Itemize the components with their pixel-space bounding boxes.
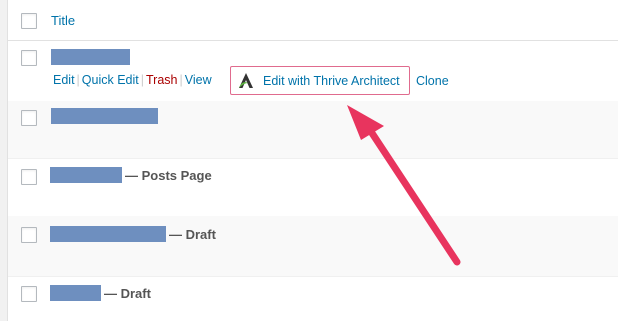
title-column-header[interactable]: Title <box>51 13 75 28</box>
edit-link[interactable]: Edit <box>53 73 75 87</box>
redacted-title-link[interactable] <box>50 285 101 301</box>
edit-with-thrive-architect-link[interactable]: Edit with Thrive Architect <box>230 66 410 95</box>
row-checkbox[interactable] <box>21 227 37 243</box>
view-link[interactable]: View <box>185 73 212 87</box>
separator: | <box>140 73 145 87</box>
quick-edit-link[interactable]: Quick Edit <box>82 73 139 87</box>
trash-link[interactable]: Trash <box>146 73 178 87</box>
redacted-title-link[interactable] <box>50 226 166 242</box>
table-row: — Draft <box>8 276 618 321</box>
row-checkbox[interactable] <box>21 286 37 302</box>
thrive-architect-logo-icon <box>239 73 253 88</box>
post-state: — Draft <box>104 286 151 301</box>
table-row <box>8 101 618 159</box>
select-all-checkbox[interactable] <box>21 13 37 29</box>
table-row: — Draft <box>8 216 618 277</box>
separator: | <box>76 73 80 87</box>
row-checkbox[interactable] <box>21 50 37 66</box>
redacted-title-link[interactable] <box>50 167 122 183</box>
redacted-title-link[interactable] <box>51 108 158 124</box>
post-state: — Posts Page <box>125 168 212 183</box>
clone-link[interactable]: Clone <box>416 74 449 88</box>
row-checkbox[interactable] <box>21 169 37 185</box>
table-row: — Posts Page <box>8 158 618 217</box>
row-checkbox[interactable] <box>21 110 37 126</box>
edit-with-thrive-architect-label: Edit with Thrive Architect <box>263 74 400 88</box>
row-actions: Edit | Quick Edit | Trash | View <box>53 73 212 89</box>
table-header-row: Title <box>8 0 618 41</box>
redacted-title-link[interactable] <box>51 49 130 65</box>
separator: | <box>179 73 183 87</box>
post-state: — Draft <box>169 227 216 242</box>
pages-list-table: Title Edit | Quick Edit | Trash | View Edit wi… <box>7 0 618 321</box>
